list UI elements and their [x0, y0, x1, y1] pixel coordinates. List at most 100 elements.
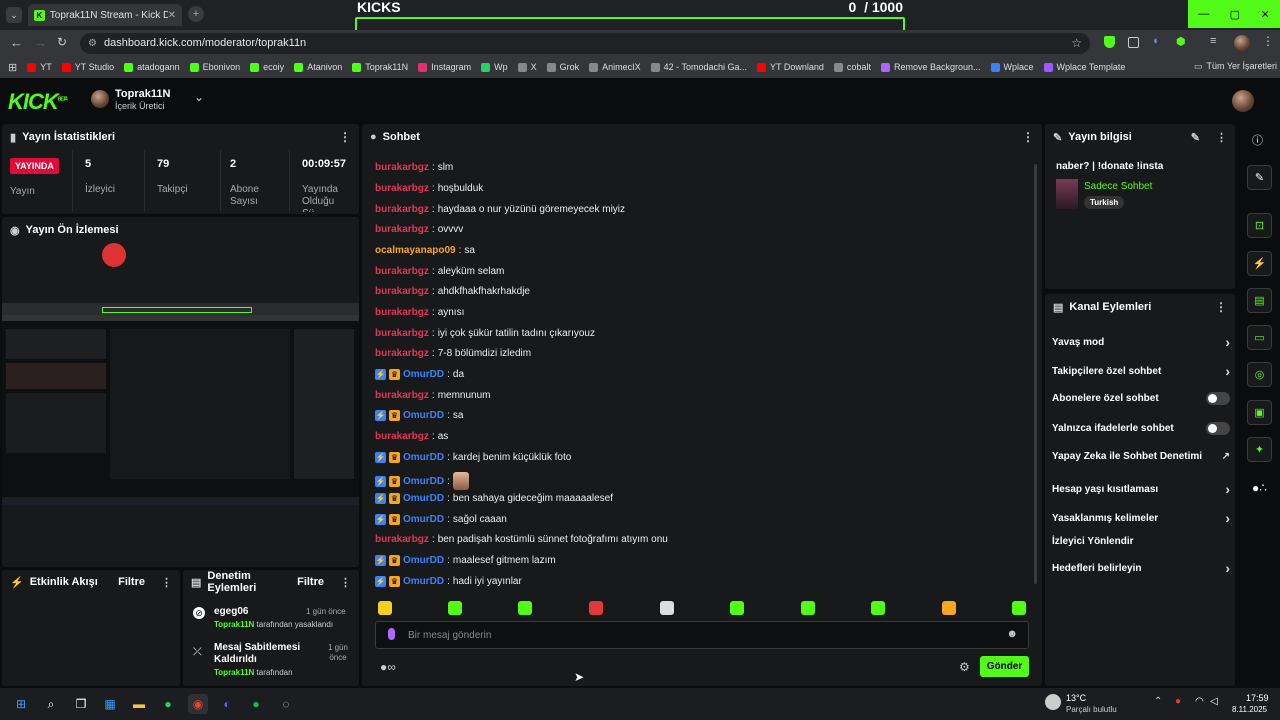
channel-action-item[interactable]: Abonelere özel sohbet	[1052, 392, 1230, 405]
bookmark-item[interactable]: Ebonivon	[189, 62, 240, 72]
chat-icon[interactable]: ▭	[1247, 325, 1272, 350]
bookmark-item[interactable]: YT	[27, 62, 52, 72]
bookmark-item[interactable]: Instagram	[418, 62, 471, 72]
chat-message[interactable]: ⚡ ♛ OmurDD: da	[375, 369, 464, 380]
widgets-icon[interactable]: ▦	[100, 694, 120, 714]
tab-menu-icon[interactable]: ⌄	[6, 7, 22, 23]
channel-action-item[interactable]: Yapay Zeka ile Sohbet Denetimi ↗	[1052, 451, 1230, 462]
emoji-picker-icon[interactable]: ☻	[1006, 628, 1018, 640]
close-window-icon[interactable]: ✕	[1261, 8, 1270, 21]
toggle-switch[interactable]	[1206, 422, 1230, 435]
send-button[interactable]: Gönder	[980, 656, 1029, 677]
microphone-icon[interactable]	[388, 628, 395, 640]
chat-message[interactable]: burakarbgz:7-8 bölümdizi izledim	[375, 348, 531, 359]
emote-icon[interactable]	[942, 601, 956, 615]
new-tab-button[interactable]: +	[188, 6, 204, 22]
chrome-icon[interactable]: ◉	[188, 694, 208, 714]
broadcast-icon[interactable]: ◎	[1247, 362, 1272, 387]
reading-list-icon[interactable]: ≡	[1210, 35, 1216, 47]
bookmark-item[interactable]: ecoiy	[250, 62, 284, 72]
audio-extension-icon[interactable]: ◖	[1152, 35, 1159, 47]
clipboard-icon[interactable]: ▤	[1247, 288, 1272, 313]
chat-scrollbar[interactable]	[1034, 164, 1037, 584]
task-view-icon[interactable]: ❐	[71, 694, 91, 714]
chat-username[interactable]: OmurDD	[403, 555, 444, 566]
chat-message[interactable]: burakarbgz: slm	[375, 162, 453, 173]
chat-username[interactable]: burakarbgz	[375, 183, 429, 194]
emote-icon[interactable]	[730, 601, 744, 615]
chat-message[interactable]: burakarbgz: memnunum	[375, 390, 491, 401]
activity-filter-button[interactable]: Filtre	[118, 576, 145, 588]
more-options-icon[interactable]: ⋮	[340, 576, 351, 589]
bookmark-item[interactable]: Wplace Template	[1043, 62, 1125, 72]
discord-icon[interactable]: ◐	[217, 694, 237, 714]
apps-grid-icon[interactable]: ⊞	[8, 61, 17, 74]
chat-username[interactable]: burakarbgz	[375, 390, 429, 401]
bolt-icon[interactable]: ⚡	[1247, 251, 1272, 276]
chat-message[interactable]: burakarbgz: ahdkfhakfhakrhakdje	[375, 286, 530, 297]
chevron-up-icon[interactable]: ⌃	[1154, 696, 1162, 707]
bookmark-item[interactable]: Toprak11N	[352, 62, 408, 72]
chat-message[interactable]: ⚡ ♛ OmurDD:	[375, 472, 472, 490]
bookmark-item[interactable]: YT Studio	[61, 62, 114, 72]
category-name[interactable]: Sadece Sohbet	[1084, 181, 1152, 192]
preview-video[interactable]	[2, 303, 359, 505]
chat-message[interactable]: burakarbgz: hoşbulduk	[375, 183, 483, 194]
chat-username[interactable]: burakarbgz	[375, 162, 429, 173]
chat-message[interactable]: ⚡ ♛ OmurDD: sa	[375, 410, 463, 421]
app-icon[interactable]: ◌	[276, 694, 296, 714]
more-options-icon[interactable]: ⋮	[1022, 130, 1034, 144]
layout-icon[interactable]: ▣	[1247, 400, 1272, 425]
bookmark-item[interactable]: atadogann	[124, 62, 180, 72]
emote-icon[interactable]	[1012, 601, 1026, 615]
url-input[interactable]: ⚙ dashboard.kick.com/moderator/toprak11n…	[80, 33, 1090, 54]
chat-username[interactable]: burakarbgz	[375, 266, 429, 277]
chat-username[interactable]: burakarbgz	[375, 204, 429, 215]
emote-icon[interactable]	[378, 601, 392, 615]
toggle-switch[interactable]	[1206, 392, 1230, 405]
file-explorer-icon[interactable]: ▬	[129, 694, 149, 714]
whatsapp-icon[interactable]: ●	[158, 694, 178, 714]
emote-icon[interactable]	[871, 601, 885, 615]
forward-icon[interactable]: →	[34, 35, 47, 50]
site-info-icon[interactable]: ⚙	[88, 33, 97, 54]
tab-kick-dashboard[interactable]: K Toprak11N Stream - Kick Dashb ✕	[28, 4, 182, 26]
chat-username[interactable]: ocalmayanapo09	[375, 245, 456, 256]
more-options-icon[interactable]: ⋮	[161, 576, 172, 589]
channel-action-item[interactable]: Yavaş mod ›	[1052, 334, 1230, 350]
minimize-icon[interactable]: —	[1198, 8, 1209, 20]
emote-icon[interactable]	[660, 601, 674, 615]
chat-username[interactable]: OmurDD	[403, 576, 444, 587]
emote-icon[interactable]	[589, 601, 603, 615]
kick-logo[interactable]: KICKBETA	[8, 89, 68, 115]
close-icon[interactable]: ✕	[168, 10, 176, 21]
chat-username[interactable]: OmurDD	[403, 452, 444, 463]
bookmark-item[interactable]: X	[517, 62, 537, 72]
bookmark-item[interactable]: Grok	[546, 62, 579, 72]
channel-action-item[interactable]: Takipçilere özel sohbet ›	[1052, 363, 1230, 379]
user-avatar[interactable]	[1232, 90, 1254, 112]
chat-message[interactable]: burakarbgz: aynısı	[375, 307, 464, 318]
bookmark-item[interactable]: Wplace	[990, 62, 1034, 72]
maximize-icon[interactable]: ▢	[1230, 8, 1240, 21]
bookmark-item[interactable]: Wp	[481, 62, 508, 72]
moderation-filter-button[interactable]: Filtre	[297, 576, 324, 588]
more-options-icon[interactable]: ⋮	[1215, 300, 1227, 314]
wifi-icon[interactable]: ◠	[1195, 696, 1204, 707]
chat-username[interactable]: OmurDD	[403, 514, 444, 525]
channel-action-item[interactable]: İzleyici Yönlendir	[1052, 536, 1230, 547]
more-options-icon[interactable]: ⋮	[1216, 131, 1227, 144]
chat-message[interactable]: ⚡ ♛ OmurDD: ben sahaya gideceğim maaaaalese…	[375, 493, 613, 504]
community-icon[interactable]: ●∴	[1252, 481, 1267, 495]
chat-username[interactable]: OmurDD	[403, 410, 444, 421]
profile-avatar[interactable]	[1234, 35, 1250, 51]
puzzle-extension-icon[interactable]: ⬢	[1176, 35, 1186, 48]
chat-message[interactable]: burakarbgz: as	[375, 431, 448, 442]
chat-message[interactable]: ⚡ ♛ OmurDD: sağol caaan	[375, 514, 507, 525]
chat-message[interactable]: ⚡ ♛ OmurDD: maalesef gitmem lazım	[375, 555, 556, 566]
chat-message[interactable]: ⚡ ♛ OmurDD: hadi iyi yayınlar	[375, 576, 522, 587]
all-bookmarks[interactable]: ▭ Tüm Yer İşaretleri	[1194, 61, 1277, 72]
chat-username[interactable]: burakarbgz	[375, 286, 429, 297]
chat-username[interactable]: OmurDD	[403, 476, 444, 487]
edit-icon[interactable]: ✎	[1191, 131, 1200, 144]
